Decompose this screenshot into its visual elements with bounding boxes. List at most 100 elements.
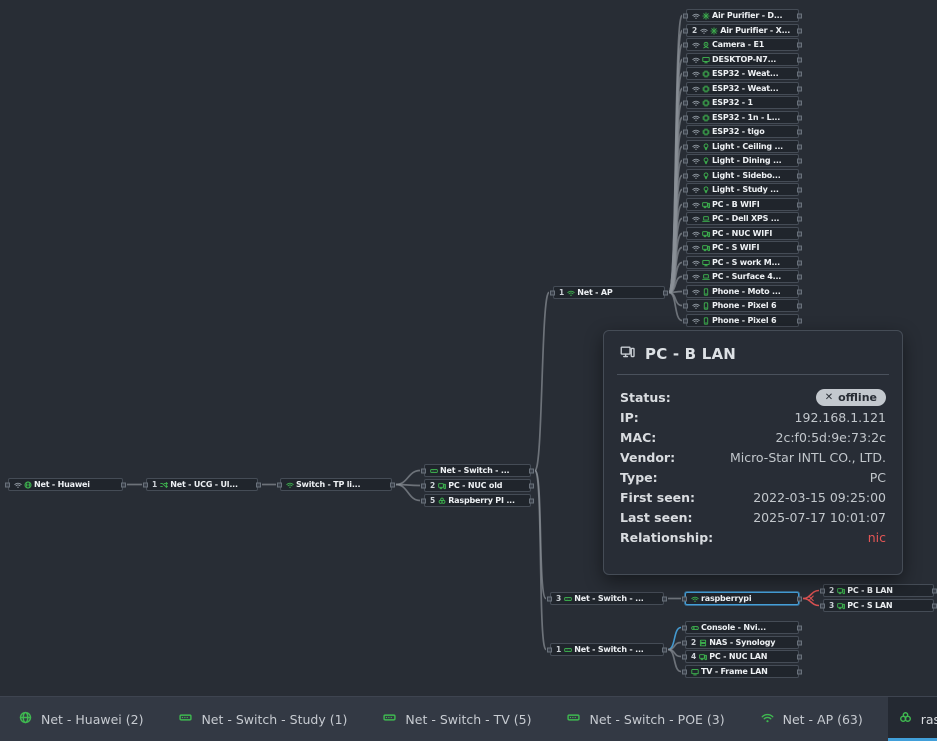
monitor-icon xyxy=(702,259,710,267)
port-left xyxy=(421,483,426,488)
graph-node-d18[interactable]: PC - Surface 4... xyxy=(686,270,799,283)
port-left xyxy=(683,115,688,120)
network-topology-canvas[interactable]: ✕ Net - Huawei 1Net - UCG - Ul... Switch -… xyxy=(0,0,937,741)
pc-icon xyxy=(837,602,845,610)
graph-node-d4[interactable]: ESP32 - Weat... xyxy=(686,67,799,80)
bulb-icon xyxy=(702,186,710,194)
tab-net-ap[interactable]: Net - AP (63) xyxy=(750,697,874,741)
graph-node-pcs[interactable]: 3PC - S LAN xyxy=(823,599,934,612)
graph-node-sw2[interactable]: 1Net - Switch - ... xyxy=(550,643,664,656)
port-right xyxy=(932,603,937,608)
graph-node-rpi[interactable]: raspberrypi xyxy=(685,592,799,605)
pc-icon xyxy=(438,482,446,490)
port-number: 1 xyxy=(556,645,561,654)
wifi-icon xyxy=(691,595,699,603)
tab-net-switch-tv[interactable]: Net - Switch - TV (5) xyxy=(372,697,542,741)
port-left xyxy=(683,274,688,279)
graph-node-d21[interactable]: Phone - Pixel 6 xyxy=(686,314,799,327)
graph-node-nuclan[interactable]: 4PC - NUC LAN xyxy=(685,650,799,663)
graph-node-pcb[interactable]: 2PC - B LAN xyxy=(823,584,934,597)
port-right xyxy=(797,13,802,18)
graph-node-d3[interactable]: DESKTOP-N7... xyxy=(686,53,799,66)
graph-node-console[interactable]: Console - Nvi... xyxy=(685,621,799,634)
raspberry-icon xyxy=(899,711,912,724)
graph-node-d7[interactable]: ESP32 - 1n - L... xyxy=(686,111,799,124)
tab-net-switch-study[interactable]: Net - Switch - Study (1) xyxy=(168,697,358,741)
port-right xyxy=(529,483,534,488)
port-right xyxy=(797,625,802,630)
graph-node-tvframe[interactable]: TV - Frame LAN xyxy=(685,665,799,678)
port-left xyxy=(143,482,148,487)
port-right xyxy=(121,482,126,487)
x-icon: ✕ xyxy=(825,392,833,403)
wifi-icon xyxy=(692,157,700,165)
camera-icon xyxy=(702,41,710,49)
edge-ap-d11 xyxy=(669,176,682,293)
node-label: Light - Sidebo... xyxy=(712,171,794,180)
port-right xyxy=(797,216,802,221)
port-left xyxy=(683,187,688,192)
port-left xyxy=(683,129,688,134)
port-left xyxy=(683,202,688,207)
graph-node-d9[interactable]: Light - Ceiling ... xyxy=(686,140,799,153)
port-number: 2 xyxy=(829,586,834,595)
graph-node-sw1[interactable]: 3Net - Switch - ... xyxy=(550,592,664,605)
graph-node-d1[interactable]: 2Air Purifier - X... xyxy=(686,24,799,37)
graph-node-d5[interactable]: ESP32 - Weat... xyxy=(686,82,799,95)
edge-sw2-nuclan xyxy=(668,650,681,657)
graph-node-d20[interactable]: Phone - Pixel 6 xyxy=(686,299,799,312)
graph-node-d13[interactable]: PC - B WIFI xyxy=(686,198,799,211)
graph-node-d6[interactable]: ESP32 - 1 xyxy=(686,96,799,109)
node-label: ESP32 - 1n - L... xyxy=(712,113,794,122)
wifi-icon xyxy=(692,114,700,122)
edge-swtop-sw1 xyxy=(535,471,546,599)
wifi-icon xyxy=(692,288,700,296)
graph-node-nucold[interactable]: 2PC - NUC old xyxy=(424,479,531,492)
detail-label: Status: xyxy=(620,390,671,405)
graph-node-d16[interactable]: PC - S WIFI xyxy=(686,241,799,254)
tab-label: Net - AP (63) xyxy=(783,712,863,727)
tab-net-huawei[interactable]: Net - Huawei (2) xyxy=(8,697,154,741)
detail-row-relationship: Relationship: nic xyxy=(620,527,886,547)
graph-node-ucg[interactable]: 1Net - UCG - Ul... xyxy=(146,478,258,491)
port-left xyxy=(550,290,555,295)
graph-node-d10[interactable]: Light - Dining ... xyxy=(686,154,799,167)
node-label: PC - S WIFI xyxy=(712,243,794,252)
edge-ap-d12 xyxy=(669,190,682,293)
wifi-icon xyxy=(692,85,700,93)
graph-node-d12[interactable]: Light - Study ... xyxy=(686,183,799,196)
edge-ap-d6 xyxy=(669,103,682,293)
port-left xyxy=(683,100,688,105)
node-label: Light - Dining ... xyxy=(712,156,794,165)
graph-node-d11[interactable]: Light - Sidebo... xyxy=(686,169,799,182)
tab-label: Net - Switch - Study (1) xyxy=(201,712,347,727)
port-left xyxy=(683,303,688,308)
tab-net-switch-poe[interactable]: Net - Switch - POE (3) xyxy=(556,697,735,741)
graph-node-d2[interactable]: Camera - E1 xyxy=(686,38,799,51)
switch-icon xyxy=(430,467,438,475)
bulb-icon xyxy=(702,143,710,151)
graph-node-swtop[interactable]: Net - Switch - ... xyxy=(424,464,531,477)
switch-icon xyxy=(383,711,396,724)
node-label: Net - AP xyxy=(577,288,660,297)
tab-label: Net - Huawei (2) xyxy=(41,712,143,727)
port-left xyxy=(421,498,426,503)
graph-node-d17[interactable]: PC - S work M... xyxy=(686,256,799,269)
detail-value: 2022-03-15 09:25:00 xyxy=(753,490,886,505)
graph-node-nas[interactable]: 2NAS - Synology xyxy=(685,636,799,649)
graph-node-rpiold[interactable]: 5Raspberry PI ... xyxy=(424,494,531,507)
wifi-icon xyxy=(700,27,708,35)
graph-node-d15[interactable]: PC - NUC WIFI xyxy=(686,227,799,240)
detail-row-ip: IP: 192.168.1.121 xyxy=(620,407,886,427)
detail-value: 2c:f0:5d:9e:73:2c xyxy=(776,430,887,445)
graph-node-d14[interactable]: PC - Dell XPS ... xyxy=(686,212,799,225)
graph-node-d8[interactable]: ESP32 - tigo xyxy=(686,125,799,138)
tab-raspberrypi[interactable]: raspberrypi (2) xyxy=(888,697,937,741)
graph-node-huawei[interactable]: Net - Huawei xyxy=(8,478,123,491)
graph-node-d0[interactable]: Air Purifier - D... xyxy=(686,9,799,22)
graph-node-ap[interactable]: 1Net - AP xyxy=(553,286,665,299)
edge-ap-d19 xyxy=(669,292,682,293)
graph-node-tp[interactable]: Switch - TP li... xyxy=(280,478,392,491)
graph-node-d19[interactable]: Phone - Moto ... xyxy=(686,285,799,298)
node-label: Air Purifier - X... xyxy=(720,26,794,35)
